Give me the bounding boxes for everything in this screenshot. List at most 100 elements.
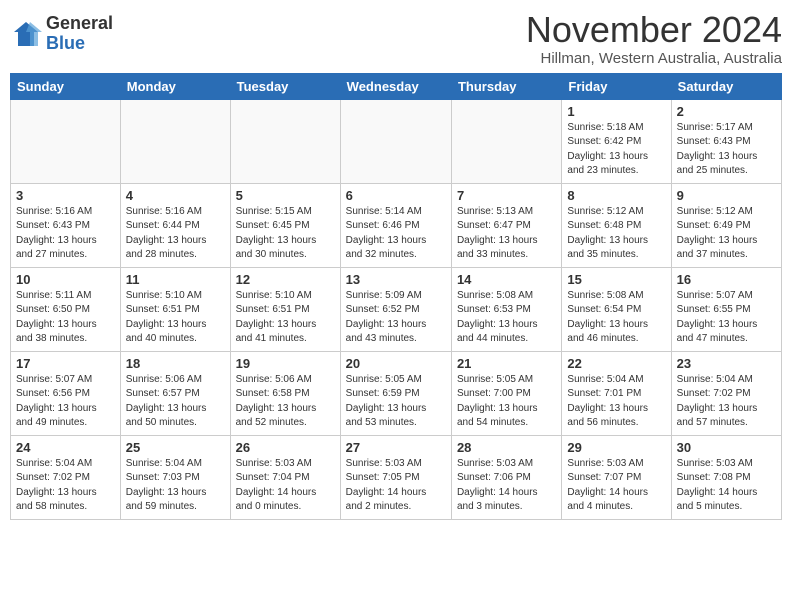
calendar-cell: 16 Sunrise: 5:07 AM Sunset: 6:55 PM Dayli… <box>671 267 781 351</box>
day-info: Sunrise: 5:10 AM Sunset: 6:51 PM Dayligh… <box>126 289 225 347</box>
day-info: Sunrise: 5:04 AM Sunset: 7:03 PM Dayligh… <box>126 457 225 515</box>
calendar-cell: 22Sunrise: 5:04 AM Sunset: 7:01 PM Dayli… <box>562 351 671 435</box>
calendar-week-1: 1 Sunrise: 5:18 AM Sunset: 6:42 PM Daylig… <box>11 99 782 183</box>
calendar-cell <box>340 99 451 183</box>
logo-icon <box>10 18 42 50</box>
calendar-week-2: 3Sunrise: 5:16 AM Sunset: 6:43 PM Daylig… <box>11 183 782 267</box>
weekday-header-saturday: Saturday <box>671 73 781 99</box>
calendar-week-4: 17 Sunrise: 5:07 AM Sunset: 6:56 PM Dayli… <box>11 351 782 435</box>
day-info: Sunrise: 5:05 AM Sunset: 6:59 PM Dayligh… <box>346 373 446 431</box>
day-info: Sunrise: 5:03 AM Sunset: 7:07 PM Dayligh… <box>567 457 665 515</box>
calendar-cell: 3Sunrise: 5:16 AM Sunset: 6:43 PM Daylig… <box>11 183 121 267</box>
calendar-cell: 4 Sunrise: 5:16 AM Sunset: 6:44 PM Daylig… <box>120 183 230 267</box>
calendar-cell: 24Sunrise: 5:04 AM Sunset: 7:02 PM Dayli… <box>11 435 121 519</box>
day-info: Sunrise: 5:15 AM Sunset: 6:45 PM Dayligh… <box>236 205 335 263</box>
calendar-cell <box>11 99 121 183</box>
day-number: 5 <box>236 188 335 203</box>
logo-general: General <box>46 14 113 34</box>
month-title: November 2024 <box>526 10 782 50</box>
calendar-cell: 26 Sunrise: 5:03 AM Sunset: 7:04 PM Dayli… <box>230 435 340 519</box>
day-info: Sunrise: 5:14 AM Sunset: 6:46 PM Dayligh… <box>346 205 446 263</box>
weekday-header-sunday: Sunday <box>11 73 121 99</box>
day-info: Sunrise: 5:18 AM Sunset: 6:42 PM Dayligh… <box>567 121 665 179</box>
calendar-cell: 14 Sunrise: 5:08 AM Sunset: 6:53 PM Dayli… <box>451 267 561 351</box>
day-number: 4 <box>126 188 225 203</box>
day-number: 12 <box>236 272 335 287</box>
calendar-cell: 17 Sunrise: 5:07 AM Sunset: 6:56 PM Dayli… <box>11 351 121 435</box>
day-number: 30 <box>677 440 776 455</box>
calendar-cell: 2 Sunrise: 5:17 AM Sunset: 6:43 PM Daylig… <box>671 99 781 183</box>
calendar-cell: 20 Sunrise: 5:05 AM Sunset: 6:59 PM Dayli… <box>340 351 451 435</box>
day-number: 21 <box>457 356 556 371</box>
day-info: Sunrise: 5:12 AM Sunset: 6:48 PM Dayligh… <box>567 205 665 263</box>
calendar-cell: 13 Sunrise: 5:09 AM Sunset: 6:52 PM Dayli… <box>340 267 451 351</box>
day-info: Sunrise: 5:06 AM Sunset: 6:58 PM Dayligh… <box>236 373 335 431</box>
day-info: Sunrise: 5:16 AM Sunset: 6:44 PM Dayligh… <box>126 205 225 263</box>
calendar-cell: 21 Sunrise: 5:05 AM Sunset: 7:00 PM Dayli… <box>451 351 561 435</box>
day-info: Sunrise: 5:08 AM Sunset: 6:53 PM Dayligh… <box>457 289 556 347</box>
day-number: 22 <box>567 356 665 371</box>
day-number: 10 <box>16 272 115 287</box>
day-info: Sunrise: 5:03 AM Sunset: 7:04 PM Dayligh… <box>236 457 335 515</box>
day-number: 29 <box>567 440 665 455</box>
calendar-cell: 30 Sunrise: 5:03 AM Sunset: 7:08 PM Dayli… <box>671 435 781 519</box>
weekday-header-monday: Monday <box>120 73 230 99</box>
logo-blue: Blue <box>46 34 113 54</box>
day-number: 17 <box>16 356 115 371</box>
calendar-cell: 15 Sunrise: 5:08 AM Sunset: 6:54 PM Dayli… <box>562 267 671 351</box>
day-number: 3 <box>16 188 115 203</box>
weekday-header-tuesday: Tuesday <box>230 73 340 99</box>
day-info: Sunrise: 5:03 AM Sunset: 7:05 PM Dayligh… <box>346 457 446 515</box>
day-number: 15 <box>567 272 665 287</box>
calendar-cell: 7 Sunrise: 5:13 AM Sunset: 6:47 PM Daylig… <box>451 183 561 267</box>
day-number: 20 <box>346 356 446 371</box>
logo: General Blue <box>10 14 113 54</box>
day-info: Sunrise: 5:12 AM Sunset: 6:49 PM Dayligh… <box>677 205 776 263</box>
weekday-header-thursday: Thursday <box>451 73 561 99</box>
day-number: 13 <box>346 272 446 287</box>
day-number: 16 <box>677 272 776 287</box>
calendar-body: 1 Sunrise: 5:18 AM Sunset: 6:42 PM Daylig… <box>11 99 782 519</box>
calendar-cell: 18Sunrise: 5:06 AM Sunset: 6:57 PM Dayli… <box>120 351 230 435</box>
day-number: 26 <box>236 440 335 455</box>
calendar-cell: 23 Sunrise: 5:04 AM Sunset: 7:02 PM Dayli… <box>671 351 781 435</box>
day-info: Sunrise: 5:17 AM Sunset: 6:43 PM Dayligh… <box>677 121 776 179</box>
day-number: 6 <box>346 188 446 203</box>
day-number: 24 <box>16 440 115 455</box>
calendar-cell: 29 Sunrise: 5:03 AM Sunset: 7:07 PM Dayli… <box>562 435 671 519</box>
day-info: Sunrise: 5:07 AM Sunset: 6:55 PM Dayligh… <box>677 289 776 347</box>
calendar-cell: 5 Sunrise: 5:15 AM Sunset: 6:45 PM Daylig… <box>230 183 340 267</box>
calendar-cell: 12Sunrise: 5:10 AM Sunset: 6:51 PM Dayli… <box>230 267 340 351</box>
day-info: Sunrise: 5:03 AM Sunset: 7:08 PM Dayligh… <box>677 457 776 515</box>
weekday-header-wednesday: Wednesday <box>340 73 451 99</box>
day-info: Sunrise: 5:11 AM Sunset: 6:50 PM Dayligh… <box>16 289 115 347</box>
day-number: 2 <box>677 104 776 119</box>
calendar-cell <box>120 99 230 183</box>
day-info: Sunrise: 5:09 AM Sunset: 6:52 PM Dayligh… <box>346 289 446 347</box>
day-number: 14 <box>457 272 556 287</box>
day-number: 23 <box>677 356 776 371</box>
day-info: Sunrise: 5:13 AM Sunset: 6:47 PM Dayligh… <box>457 205 556 263</box>
day-number: 19 <box>236 356 335 371</box>
day-info: Sunrise: 5:08 AM Sunset: 6:54 PM Dayligh… <box>567 289 665 347</box>
calendar-cell: 10 Sunrise: 5:11 AM Sunset: 6:50 PM Dayli… <box>11 267 121 351</box>
day-info: Sunrise: 5:04 AM Sunset: 7:02 PM Dayligh… <box>677 373 776 431</box>
page-header: General Blue November 2024 Hillman, West… <box>10 10 782 67</box>
day-number: 18 <box>126 356 225 371</box>
location: Hillman, Western Australia, Australia <box>526 50 782 67</box>
calendar-cell: 6 Sunrise: 5:14 AM Sunset: 6:46 PM Daylig… <box>340 183 451 267</box>
day-number: 1 <box>567 104 665 119</box>
day-number: 9 <box>677 188 776 203</box>
logo-text: General Blue <box>46 14 113 54</box>
day-number: 28 <box>457 440 556 455</box>
day-info: Sunrise: 5:05 AM Sunset: 7:00 PM Dayligh… <box>457 373 556 431</box>
calendar-cell: 11 Sunrise: 5:10 AM Sunset: 6:51 PM Dayli… <box>120 267 230 351</box>
weekday-header-row: SundayMondayTuesdayWednesdayThursdayFrid… <box>11 73 782 99</box>
calendar-cell: 19 Sunrise: 5:06 AM Sunset: 6:58 PM Dayli… <box>230 351 340 435</box>
day-info: Sunrise: 5:07 AM Sunset: 6:56 PM Dayligh… <box>16 373 115 431</box>
calendar-week-5: 24Sunrise: 5:04 AM Sunset: 7:02 PM Dayli… <box>11 435 782 519</box>
day-number: 7 <box>457 188 556 203</box>
day-number: 11 <box>126 272 225 287</box>
calendar-cell <box>451 99 561 183</box>
calendar-cell: 9 Sunrise: 5:12 AM Sunset: 6:49 PM Daylig… <box>671 183 781 267</box>
